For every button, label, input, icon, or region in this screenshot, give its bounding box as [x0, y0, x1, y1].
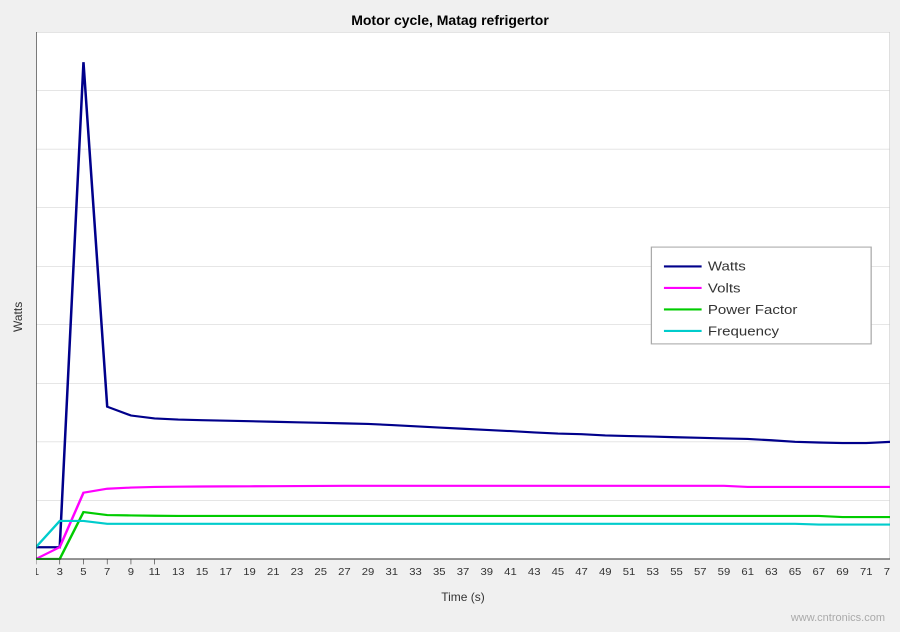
svg-text:21: 21 [267, 567, 280, 578]
svg-text:33: 33 [409, 567, 422, 578]
svg-text:11: 11 [149, 567, 161, 578]
svg-text:67: 67 [813, 567, 826, 578]
svg-text:23: 23 [291, 567, 304, 578]
chart-container: Motor cycle, Matag refrigertor Watts [0, 0, 900, 632]
svg-text:15: 15 [196, 567, 209, 578]
svg-text:65: 65 [789, 567, 802, 578]
svg-text:73: 73 [884, 567, 890, 578]
svg-text:59: 59 [718, 567, 731, 578]
svg-text:69: 69 [836, 567, 849, 578]
svg-text:45: 45 [552, 567, 565, 578]
svg-text:63: 63 [765, 567, 778, 578]
svg-text:13: 13 [172, 567, 185, 578]
chart-title: Motor cycle, Matag refrigertor [351, 12, 549, 28]
svg-text:57: 57 [694, 567, 707, 578]
svg-text:Volts: Volts [708, 280, 741, 295]
svg-text:49: 49 [599, 567, 612, 578]
svg-text:55: 55 [670, 567, 683, 578]
svg-text:25: 25 [314, 567, 327, 578]
svg-text:5: 5 [80, 567, 86, 578]
svg-text:51: 51 [623, 567, 636, 578]
svg-text:19: 19 [243, 567, 256, 578]
svg-text:35: 35 [433, 567, 446, 578]
svg-text:1: 1 [36, 567, 39, 578]
svg-text:27: 27 [338, 567, 351, 578]
x-axis-label: Time (s) [36, 590, 890, 604]
svg-text:Power Factor: Power Factor [708, 302, 798, 317]
svg-text:71: 71 [860, 567, 873, 578]
svg-text:37: 37 [457, 567, 470, 578]
svg-text:7: 7 [104, 567, 110, 578]
svg-text:9: 9 [128, 567, 134, 578]
svg-text:Watts: Watts [708, 259, 746, 274]
svg-text:Frequency: Frequency [708, 323, 779, 338]
svg-text:41: 41 [504, 567, 517, 578]
svg-text:53: 53 [646, 567, 659, 578]
svg-text:29: 29 [362, 567, 375, 578]
main-chart-svg: 0 100 200 300 400 500 600 700 800 900 1 … [36, 32, 890, 602]
svg-text:17: 17 [219, 567, 232, 578]
svg-text:39: 39 [480, 567, 493, 578]
y-axis-label: Watts [8, 32, 28, 602]
svg-text:61: 61 [741, 567, 754, 578]
svg-text:31: 31 [386, 567, 399, 578]
svg-text:43: 43 [528, 567, 541, 578]
svg-text:47: 47 [575, 567, 588, 578]
chart-inner: 0 100 200 300 400 500 600 700 800 900 1 … [36, 32, 890, 602]
svg-text:3: 3 [57, 567, 63, 578]
chart-area: Watts [0, 32, 900, 632]
watermark: www.cntronics.com [791, 612, 885, 624]
